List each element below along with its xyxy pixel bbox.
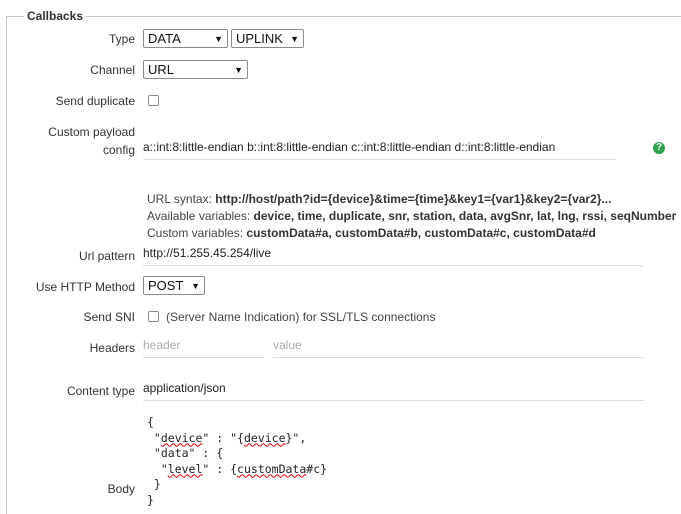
- url-pattern-label: Url pattern: [78, 249, 135, 263]
- spellcheck-word: level: [167, 461, 203, 476]
- http-method-select[interactable]: POST ▼: [143, 276, 205, 295]
- url-syntax-prefix: URL syntax:: [147, 192, 212, 206]
- url-syntax-value: http://host/path?id={device}&time={time}…: [215, 192, 612, 206]
- type-select[interactable]: DATA ▼: [143, 29, 228, 48]
- section-title: Callbacks: [24, 9, 87, 23]
- chevron-down-icon: ▼: [290, 33, 299, 44]
- send-sni-checkbox[interactable]: [148, 311, 159, 322]
- spellcheck-word: device: [243, 430, 286, 445]
- channel-select[interactable]: URL ▼: [143, 60, 248, 79]
- chevron-down-icon: ▼: [191, 280, 200, 291]
- send-sni-description: (Server Name Indication) for SSL/TLS con…: [166, 310, 436, 324]
- header-value-input[interactable]: value: [273, 338, 644, 358]
- body-line: "level" : {customData#c}: [147, 461, 328, 476]
- fieldset-border-left: [6, 16, 7, 514]
- body-line: "data" : {: [147, 446, 224, 460]
- chevron-down-icon: ▼: [234, 64, 243, 75]
- custom-variables-text: Custom variables: customData#a, customDa…: [147, 226, 596, 240]
- chevron-down-icon: ▼: [214, 33, 223, 44]
- help-icon[interactable]: ?: [653, 142, 665, 154]
- custom-payload-input[interactable]: a::int:8:little-endian b::int:8:little-e…: [143, 140, 616, 160]
- body-line: }: [147, 492, 154, 507]
- custom-variables-prefix: Custom variables:: [147, 226, 244, 240]
- http-method-label: Use HTTP Method: [35, 280, 135, 294]
- available-variables-text: Available variables: device, time, dupli…: [147, 209, 676, 223]
- custom-payload-label: Custom payload: [48, 125, 135, 139]
- channel-select-value: URL: [148, 62, 175, 77]
- direction-select-value: UPLINK: [236, 31, 283, 46]
- content-type-label: Content type: [66, 384, 135, 398]
- spellcheck-word: device: [160, 430, 203, 445]
- body-line: }: [147, 477, 161, 491]
- send-duplicate-checkbox[interactable]: [148, 95, 159, 106]
- content-type-input[interactable]: application/json: [143, 381, 644, 401]
- body-textarea[interactable]: { "device" : "{device}", "data" : { "lev…: [147, 415, 327, 508]
- direction-select[interactable]: UPLINK ▼: [231, 29, 304, 48]
- http-method-value: POST: [148, 278, 184, 293]
- body-line: "device" : "{device}",: [147, 430, 307, 445]
- available-variables-prefix: Available variables:: [147, 209, 251, 223]
- url-pattern-input[interactable]: http://51.255.45.254/live: [143, 246, 644, 266]
- type-label: Type: [108, 32, 135, 46]
- send-duplicate-label: Send duplicate: [55, 94, 135, 108]
- custom-variables-value: customData#a, customData#b, customData#c…: [246, 226, 596, 240]
- body-label: Body: [107, 482, 135, 496]
- headers-label: Headers: [89, 341, 135, 355]
- send-sni-label: Send SNI: [83, 310, 135, 324]
- url-syntax-text: URL syntax: http://host/path?id={device}…: [147, 192, 611, 206]
- fieldset-border: [6, 16, 681, 17]
- channel-label: Channel: [90, 63, 135, 77]
- header-name-input[interactable]: header: [143, 338, 264, 358]
- body-line: {: [147, 415, 154, 429]
- custom-payload-label-config: config: [102, 143, 135, 157]
- available-variables-value: device, time, duplicate, snr, station, d…: [253, 209, 677, 223]
- type-select-value: DATA: [148, 31, 181, 46]
- spellcheck-word: customData: [237, 461, 307, 476]
